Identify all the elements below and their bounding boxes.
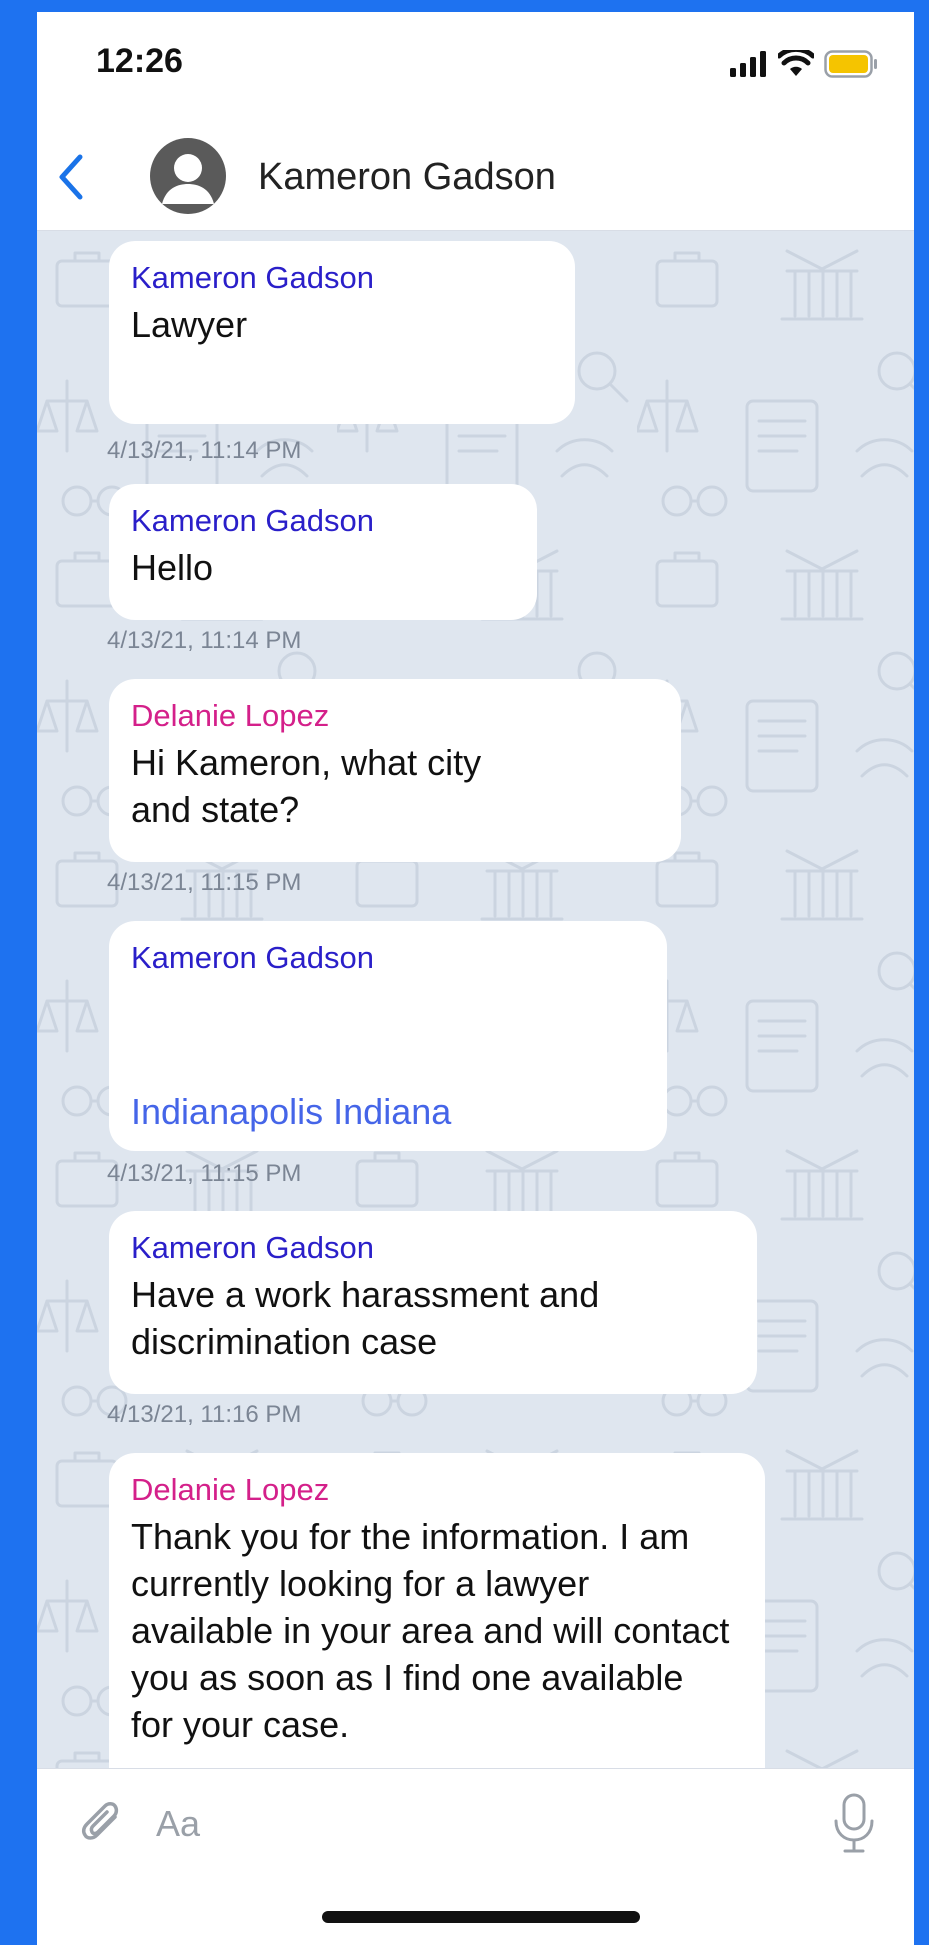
- message-sender: Delanie Lopez: [131, 1472, 330, 1507]
- message-bubble[interactable]: Kameron Gadson Lawyer: [109, 241, 575, 424]
- home-indicator[interactable]: [322, 1911, 640, 1923]
- message-timestamp: 4/13/21, 11:16 PM: [107, 1401, 302, 1428]
- message-text: Hello: [131, 547, 214, 588]
- message-text: Hi Kameron, what city and state?: [131, 742, 482, 830]
- back-button[interactable]: [41, 142, 101, 212]
- wifi-icon: [778, 50, 814, 76]
- contact-avatar[interactable]: [150, 138, 226, 214]
- message-sender: Kameron Gadson: [131, 503, 374, 538]
- contact-name[interactable]: Kameron Gadson: [258, 156, 556, 199]
- message-text: Lawyer: [131, 304, 248, 345]
- message-sender: Kameron Gadson: [131, 260, 374, 295]
- microphone-icon[interactable]: [829, 1791, 879, 1855]
- status-time: 12:26: [96, 42, 183, 80]
- message-text: Have a work harassment and discriminatio…: [131, 1274, 600, 1362]
- message-bubble[interactable]: Kameron Gadson Indianapolis Indiana: [109, 921, 667, 1151]
- message-bubble[interactable]: Kameron Gadson Have a work harassment an…: [109, 1211, 757, 1394]
- message-timestamp: 4/13/21, 11:14 PM: [107, 437, 302, 464]
- message-input-bar: Aa: [37, 1768, 914, 1879]
- message-bubble[interactable]: Delanie Lopez Hi Kameron, what city and …: [109, 679, 681, 862]
- message-timestamp: 4/13/21, 11:15 PM: [107, 869, 302, 896]
- message-sender: Delanie Lopez: [131, 698, 330, 733]
- message-link[interactable]: Indianapolis Indiana: [131, 1091, 451, 1133]
- message-bubble[interactable]: Delanie Lopez Thank you for the informat…: [109, 1453, 765, 1768]
- message-bubble[interactable]: Kameron Gadson Hello: [109, 484, 537, 620]
- signal-icon: [730, 51, 766, 77]
- chevron-left-icon: [59, 154, 83, 200]
- status-icons: [730, 50, 878, 78]
- message-sender: Kameron Gadson: [131, 940, 374, 975]
- message-input[interactable]: Aa: [156, 1803, 200, 1845]
- message-timestamp: 4/13/21, 11:14 PM: [107, 627, 302, 654]
- chat-header: Kameron Gadson: [37, 122, 914, 231]
- person-avatar-icon: [162, 154, 214, 204]
- status-bar: 12:26: [37, 12, 914, 122]
- message-text: Thank you for the information. I am curr…: [131, 1516, 730, 1745]
- battery-icon: [824, 50, 877, 78]
- message-timestamp: 4/13/21, 11:15 PM: [107, 1160, 302, 1187]
- message-sender: Kameron Gadson: [131, 1230, 374, 1265]
- paperclip-icon[interactable]: [77, 1799, 127, 1849]
- phone-screen: 12:26 Kameron Gadson Kameron Gadson Lawy…: [37, 12, 914, 1945]
- chat-message-list[interactable]: Kameron Gadson Lawyer 4/13/21, 11:14 PM …: [37, 231, 914, 1768]
